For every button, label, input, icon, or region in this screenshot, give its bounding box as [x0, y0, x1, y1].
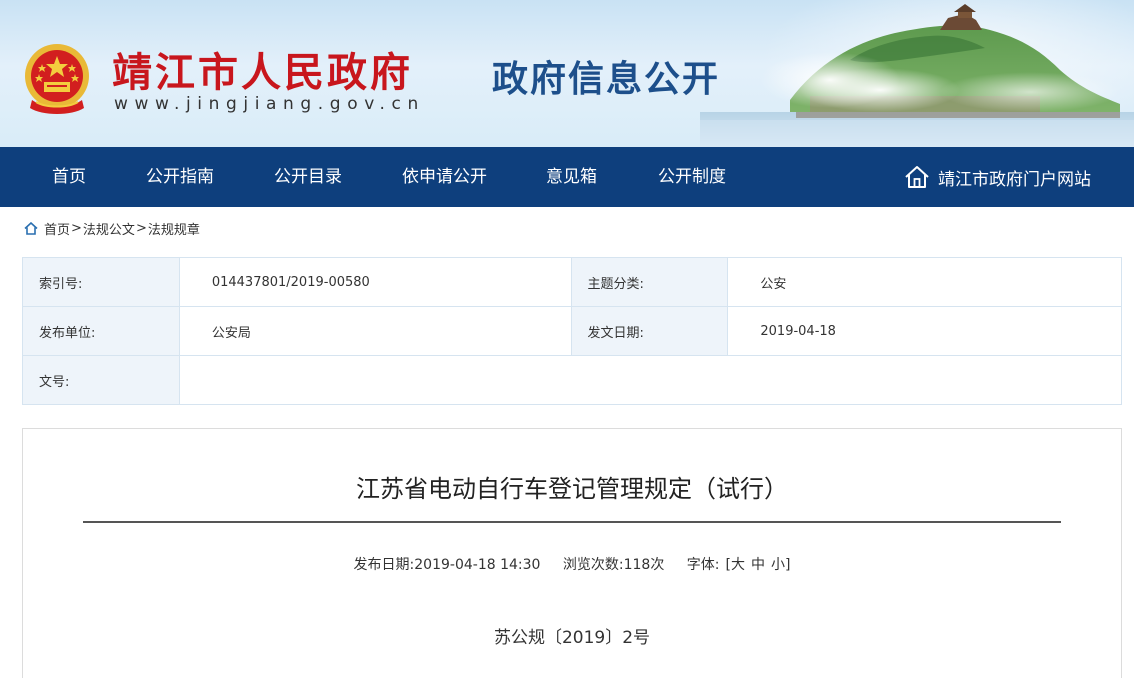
publisher-value: 公安局	[178, 306, 572, 356]
topic-label: 主题分类:	[570, 257, 729, 307]
home-icon	[905, 166, 929, 188]
doc-no-value	[178, 355, 1123, 405]
site-url: www.jingjiang.gov.cn	[114, 94, 425, 114]
home-icon	[24, 221, 38, 235]
issue-date-label: 发文日期:	[570, 306, 729, 356]
article-panel: 江苏省电动自行车登记管理规定（试行） 发布日期:2019-04-18 14:30…	[22, 428, 1122, 678]
portal-link[interactable]: 靖江市政府门户网站	[904, 147, 1091, 207]
document-meta-table: 索引号: 014437801/2019-00580 主题分类: 公安 发布单位:…	[22, 257, 1123, 405]
nav-item-suggestion-box[interactable]: 意见箱	[546, 147, 597, 207]
nav-item-guide[interactable]: 公开指南	[146, 147, 214, 207]
publish-date-value: 2019-04-18 14:30	[414, 557, 541, 573]
header-banner: 靖江市人民政府 www.jingjiang.gov.cn 政府信息公开	[0, 0, 1134, 147]
table-row: 文号:	[22, 355, 1123, 405]
font-size-control: 字体: [大中小]	[687, 557, 791, 573]
font-size-label: 字体:	[686, 557, 720, 573]
landscape-scenery-image	[700, 4, 1134, 147]
nav-item-catalog[interactable]: 公开目录	[274, 147, 342, 207]
publish-date: 发布日期:2019-04-18 14:30	[354, 557, 541, 573]
nav-item-policy[interactable]: 公开制度	[658, 147, 726, 207]
national-emblem-icon	[25, 44, 89, 114]
nav-item-home[interactable]: 首页	[52, 147, 86, 207]
breadcrumb-home[interactable]: 首页	[44, 219, 70, 238]
document-number: 苏公规〔2019〕2号	[493, 628, 651, 648]
table-row: 发布单位: 公安局 发文日期: 2019-04-18	[22, 306, 1122, 356]
breadcrumb: 首页 > 法规公文 > 法规规章	[24, 218, 200, 238]
font-size-small-button[interactable]: 小	[771, 557, 785, 573]
index-no-value: 014437801/2019-00580	[178, 257, 572, 307]
font-size-bracket-close: ]	[784, 557, 791, 573]
font-size-large-button[interactable]: 大	[731, 557, 745, 573]
index-no-label: 索引号:	[22, 257, 180, 307]
section-title: 政府信息公开	[492, 59, 721, 100]
doc-no-label: 文号:	[22, 355, 180, 405]
issue-date-value: 2019-04-18	[727, 306, 1122, 356]
breadcrumb-separator: >	[135, 220, 147, 236]
site-title: 靖江市人民政府	[112, 49, 413, 96]
article-info: 发布日期:2019-04-18 14:30 浏览次数:118次 字体: [大中小]	[23, 554, 1121, 574]
publisher-label: 发布单位:	[22, 306, 180, 356]
nav-item-request[interactable]: 依申请公开	[402, 147, 487, 207]
article-title: 江苏省电动自行车登记管理规定（试行）	[356, 475, 788, 503]
table-row: 索引号: 014437801/2019-00580 主题分类: 公安	[22, 257, 1122, 307]
breadcrumb-rules[interactable]: 法规规章	[148, 219, 200, 238]
view-count-label: 浏览次数:	[562, 557, 624, 573]
publish-date-label: 发布日期:	[353, 557, 415, 573]
breadcrumb-regulations[interactable]: 法规公文	[83, 219, 135, 238]
font-size-medium-button[interactable]: 中	[751, 557, 765, 573]
topic-value: 公安	[727, 257, 1122, 307]
view-count-value: 118次	[623, 557, 665, 573]
main-nav: 首页 公开指南 公开目录 依申请公开 意见箱 公开制度 靖江市政府门户网站	[0, 147, 1134, 207]
view-count: 浏览次数:118次	[563, 557, 664, 573]
title-divider	[83, 521, 1061, 523]
breadcrumb-separator: >	[71, 220, 82, 236]
portal-link-label: 靖江市政府门户网站	[938, 169, 1091, 190]
